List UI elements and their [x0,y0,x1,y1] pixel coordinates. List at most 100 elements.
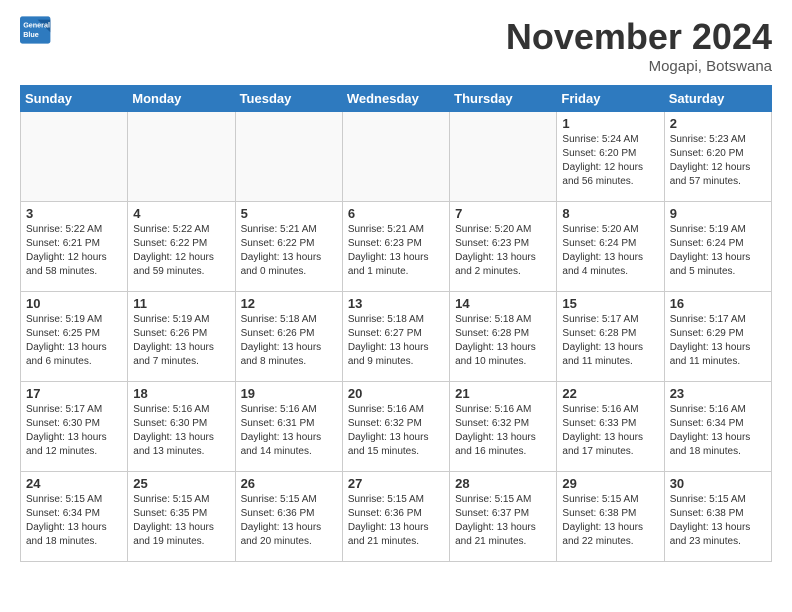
day-number: 1 [562,116,658,131]
day-info: Sunrise: 5:21 AM Sunset: 6:23 PM Dayligh… [348,223,444,279]
calendar-table: SundayMondayTuesdayWednesdayThursdayFrid… [20,85,772,562]
day-number: 26 [241,476,337,491]
day-info: Sunrise: 5:16 AM Sunset: 6:32 PM Dayligh… [348,403,444,459]
header: General Blue November 2024 Mogapi, Botsw… [20,16,772,75]
title-block: November 2024 Mogapi, Botswana [506,16,772,75]
day-number: 20 [348,386,444,401]
calendar-day-cell [128,112,235,202]
day-number: 23 [670,386,766,401]
calendar-day-cell: 17 Sunrise: 5:17 AM Sunset: 6:30 PM Dayli… [21,382,128,472]
month-title: November 2024 [506,16,772,58]
day-number: 3 [26,206,122,221]
weekday-header: Friday [557,86,664,112]
day-info: Sunrise: 5:22 AM Sunset: 6:22 PM Dayligh… [133,223,229,279]
calendar-day-cell: 18 Sunrise: 5:16 AM Sunset: 6:30 PM Dayli… [128,382,235,472]
day-info: Sunrise: 5:18 AM Sunset: 6:26 PM Dayligh… [241,313,337,369]
day-number: 22 [562,386,658,401]
calendar-day-cell: 26Sunrise: 5:15 AM Sunset: 6:36 PM Dayli… [235,472,342,562]
calendar-day-cell: 15 Sunrise: 5:17 AM Sunset: 6:28 PM Dayli… [557,292,664,382]
weekday-header: Monday [128,86,235,112]
day-info: Sunrise: 5:15 AM Sunset: 6:38 PM Dayligh… [670,493,766,549]
calendar-day-cell: 3Sunrise: 5:22 AM Sunset: 6:21 PM Daylig… [21,202,128,292]
calendar-week-row: 3Sunrise: 5:22 AM Sunset: 6:21 PM Daylig… [21,202,772,292]
day-number: 10 [26,296,122,311]
calendar-day-cell: 9Sunrise: 5:19 AM Sunset: 6:24 PM Daylig… [664,202,771,292]
day-info: Sunrise: 5:16 AM Sunset: 6:34 PM Dayligh… [670,403,766,459]
calendar-day-cell: 16 Sunrise: 5:17 AM Sunset: 6:29 PM Dayli… [664,292,771,382]
day-number: 8 [562,206,658,221]
weekday-header: Saturday [664,86,771,112]
location: Mogapi, Botswana [506,58,772,75]
day-info: Sunrise: 5:18 AM Sunset: 6:28 PM Dayligh… [455,313,551,369]
day-info: Sunrise: 5:21 AM Sunset: 6:22 PM Dayligh… [241,223,337,279]
day-number: 15 [562,296,658,311]
calendar-day-cell: 20 Sunrise: 5:16 AM Sunset: 6:32 PM Dayli… [342,382,449,472]
calendar-day-cell: 11 Sunrise: 5:19 AM Sunset: 6:26 PM Dayli… [128,292,235,382]
calendar-day-cell [342,112,449,202]
day-info: Sunrise: 5:19 AM Sunset: 6:25 PM Dayligh… [26,313,122,369]
calendar-day-cell: 28 Sunrise: 5:15 AM Sunset: 6:37 PM Dayli… [450,472,557,562]
day-number: 6 [348,206,444,221]
logo-icon: General Blue [20,16,52,44]
day-info: Sunrise: 5:24 AM Sunset: 6:20 PM Dayligh… [562,133,658,189]
calendar-day-cell: 8 Sunrise: 5:20 AM Sunset: 6:24 PM Daylig… [557,202,664,292]
weekday-header: Thursday [450,86,557,112]
calendar-day-cell: 21 Sunrise: 5:16 AM Sunset: 6:32 PM Dayli… [450,382,557,472]
calendar-day-cell: 10 Sunrise: 5:19 AM Sunset: 6:25 PM Dayli… [21,292,128,382]
calendar-week-row: 1 Sunrise: 5:24 AM Sunset: 6:20 PM Daylig… [21,112,772,202]
day-number: 12 [241,296,337,311]
day-number: 29 [562,476,658,491]
calendar-day-cell [21,112,128,202]
day-number: 17 [26,386,122,401]
logo: General Blue [20,16,54,44]
day-number: 19 [241,386,337,401]
calendar-day-cell [235,112,342,202]
calendar-day-cell: 25Sunrise: 5:15 AM Sunset: 6:35 PM Dayli… [128,472,235,562]
day-number: 16 [670,296,766,311]
day-number: 13 [348,296,444,311]
day-info: Sunrise: 5:17 AM Sunset: 6:30 PM Dayligh… [26,403,122,459]
calendar-day-cell: 5 Sunrise: 5:21 AM Sunset: 6:22 PM Daylig… [235,202,342,292]
day-info: Sunrise: 5:17 AM Sunset: 6:28 PM Dayligh… [562,313,658,369]
calendar-day-cell: 1 Sunrise: 5:24 AM Sunset: 6:20 PM Daylig… [557,112,664,202]
calendar-day-cell: 23 Sunrise: 5:16 AM Sunset: 6:34 PM Dayli… [664,382,771,472]
day-number: 27 [348,476,444,491]
day-number: 28 [455,476,551,491]
day-info: Sunrise: 5:17 AM Sunset: 6:29 PM Dayligh… [670,313,766,369]
calendar-day-cell: 6 Sunrise: 5:21 AM Sunset: 6:23 PM Daylig… [342,202,449,292]
day-info: Sunrise: 5:20 AM Sunset: 6:23 PM Dayligh… [455,223,551,279]
day-info: Sunrise: 5:16 AM Sunset: 6:33 PM Dayligh… [562,403,658,459]
day-info: Sunrise: 5:15 AM Sunset: 6:37 PM Dayligh… [455,493,551,549]
day-number: 2 [670,116,766,131]
day-info: Sunrise: 5:15 AM Sunset: 6:38 PM Dayligh… [562,493,658,549]
day-info: Sunrise: 5:19 AM Sunset: 6:26 PM Dayligh… [133,313,229,369]
day-info: Sunrise: 5:15 AM Sunset: 6:36 PM Dayligh… [348,493,444,549]
day-info: Sunrise: 5:16 AM Sunset: 6:32 PM Dayligh… [455,403,551,459]
calendar-day-cell: 27 Sunrise: 5:15 AM Sunset: 6:36 PM Dayli… [342,472,449,562]
calendar-header-row: SundayMondayTuesdayWednesdayThursdayFrid… [21,86,772,112]
day-number: 14 [455,296,551,311]
calendar-day-cell: 30Sunrise: 5:15 AM Sunset: 6:38 PM Dayli… [664,472,771,562]
day-info: Sunrise: 5:15 AM Sunset: 6:34 PM Dayligh… [26,493,122,549]
day-number: 7 [455,206,551,221]
calendar-day-cell: 14 Sunrise: 5:18 AM Sunset: 6:28 PM Dayli… [450,292,557,382]
calendar-day-cell: 7 Sunrise: 5:20 AM Sunset: 6:23 PM Daylig… [450,202,557,292]
day-number: 21 [455,386,551,401]
svg-text:General: General [23,21,50,30]
calendar-day-cell: 19 Sunrise: 5:16 AM Sunset: 6:31 PM Dayli… [235,382,342,472]
day-info: Sunrise: 5:18 AM Sunset: 6:27 PM Dayligh… [348,313,444,369]
calendar-week-row: 24Sunrise: 5:15 AM Sunset: 6:34 PM Dayli… [21,472,772,562]
calendar-day-cell: 13 Sunrise: 5:18 AM Sunset: 6:27 PM Dayli… [342,292,449,382]
calendar-day-cell: 12 Sunrise: 5:18 AM Sunset: 6:26 PM Dayli… [235,292,342,382]
calendar-day-cell: 4Sunrise: 5:22 AM Sunset: 6:22 PM Daylig… [128,202,235,292]
day-info: Sunrise: 5:20 AM Sunset: 6:24 PM Dayligh… [562,223,658,279]
day-number: 11 [133,296,229,311]
svg-text:Blue: Blue [23,30,39,39]
calendar-day-cell: 24Sunrise: 5:15 AM Sunset: 6:34 PM Dayli… [21,472,128,562]
day-number: 5 [241,206,337,221]
day-info: Sunrise: 5:16 AM Sunset: 6:30 PM Dayligh… [133,403,229,459]
day-number: 18 [133,386,229,401]
day-info: Sunrise: 5:16 AM Sunset: 6:31 PM Dayligh… [241,403,337,459]
calendar-day-cell [450,112,557,202]
weekday-header: Wednesday [342,86,449,112]
